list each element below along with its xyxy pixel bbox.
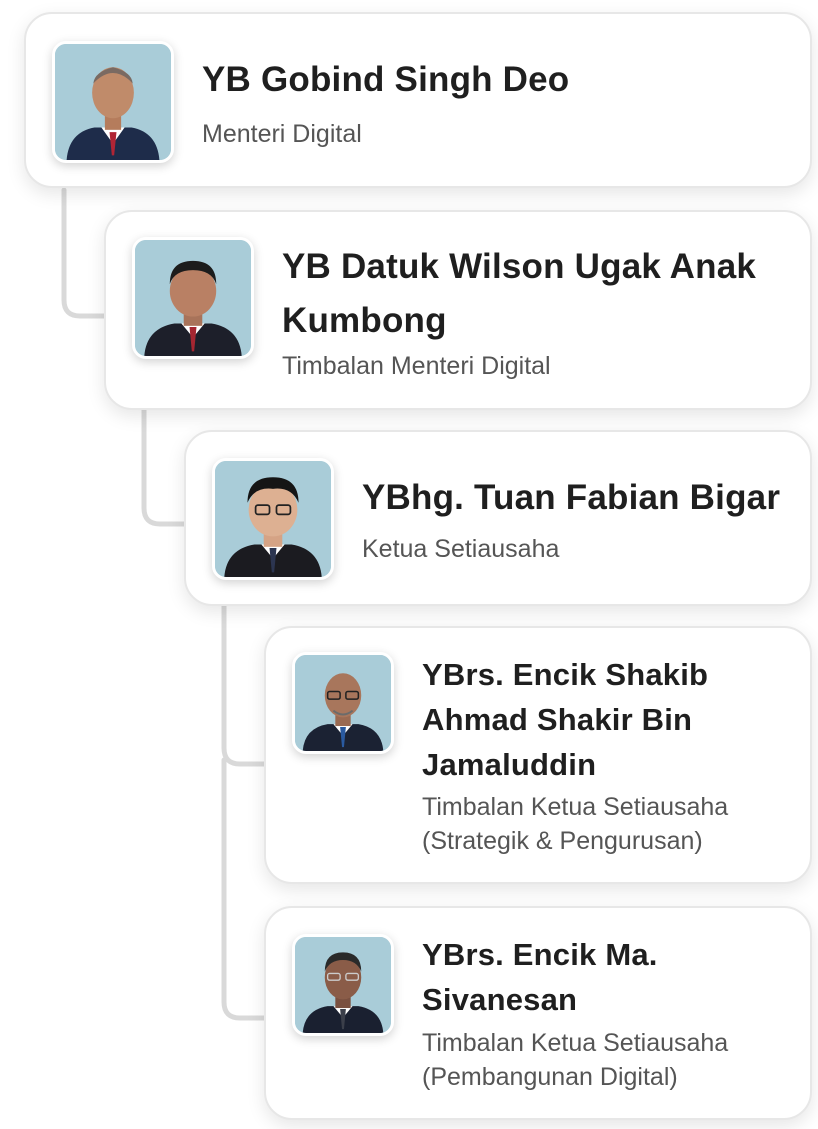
org-card-deputy-secretary-digital[interactable]: YBrs. Encik Ma. Sivanesan Timbalan Ketua…: [264, 906, 812, 1120]
person-name: YBrs. Encik Ma. Sivanesan: [422, 937, 658, 1017]
person-icon: [55, 44, 171, 160]
portrait-avatar: [292, 652, 394, 754]
connector-3-4: [221, 603, 267, 767]
portrait-avatar: [292, 934, 394, 1036]
person-role: Timbalan Menteri Digital: [282, 352, 551, 380]
person-icon: [215, 461, 331, 577]
portrait-avatar: [52, 41, 174, 163]
org-card-minister[interactable]: YB Gobind Singh Deo Menteri Digital: [24, 12, 812, 188]
person-role: Timbalan Ketua Setiausaha (Pembangunan D…: [422, 1029, 729, 1091]
portrait-avatar: [132, 237, 254, 359]
person-icon: [295, 937, 391, 1033]
person-name: YB Gobind Singh Deo: [202, 60, 570, 99]
portrait-avatar: [212, 458, 334, 580]
connector-2-3: [141, 407, 187, 527]
person-icon: [295, 655, 391, 751]
person-name: YBrs. Encik Shakib Ahmad Shakir Bin Jama…: [422, 657, 709, 782]
person-icon: [135, 240, 251, 356]
connector-1-2: [61, 187, 107, 319]
person-name: YB Datuk Wilson Ugak Anak Kumbong: [282, 247, 757, 340]
connector-3-5: [221, 757, 267, 1021]
org-card-deputy-minister[interactable]: YB Datuk Wilson Ugak Anak Kumbong Timbal…: [104, 210, 812, 410]
person-name: YBhg. Tuan Fabian Bigar: [362, 478, 781, 517]
org-card-secretary-general[interactable]: YBhg. Tuan Fabian Bigar Ketua Setiausaha: [184, 430, 812, 606]
person-role: Ketua Setiausaha: [362, 535, 560, 563]
person-role: Menteri Digital: [202, 120, 362, 148]
person-role: Timbalan Ketua Setiausaha (Strategik & P…: [422, 793, 729, 855]
org-card-deputy-secretary-strategic[interactable]: YBrs. Encik Shakib Ahmad Shakir Bin Jama…: [264, 626, 812, 884]
